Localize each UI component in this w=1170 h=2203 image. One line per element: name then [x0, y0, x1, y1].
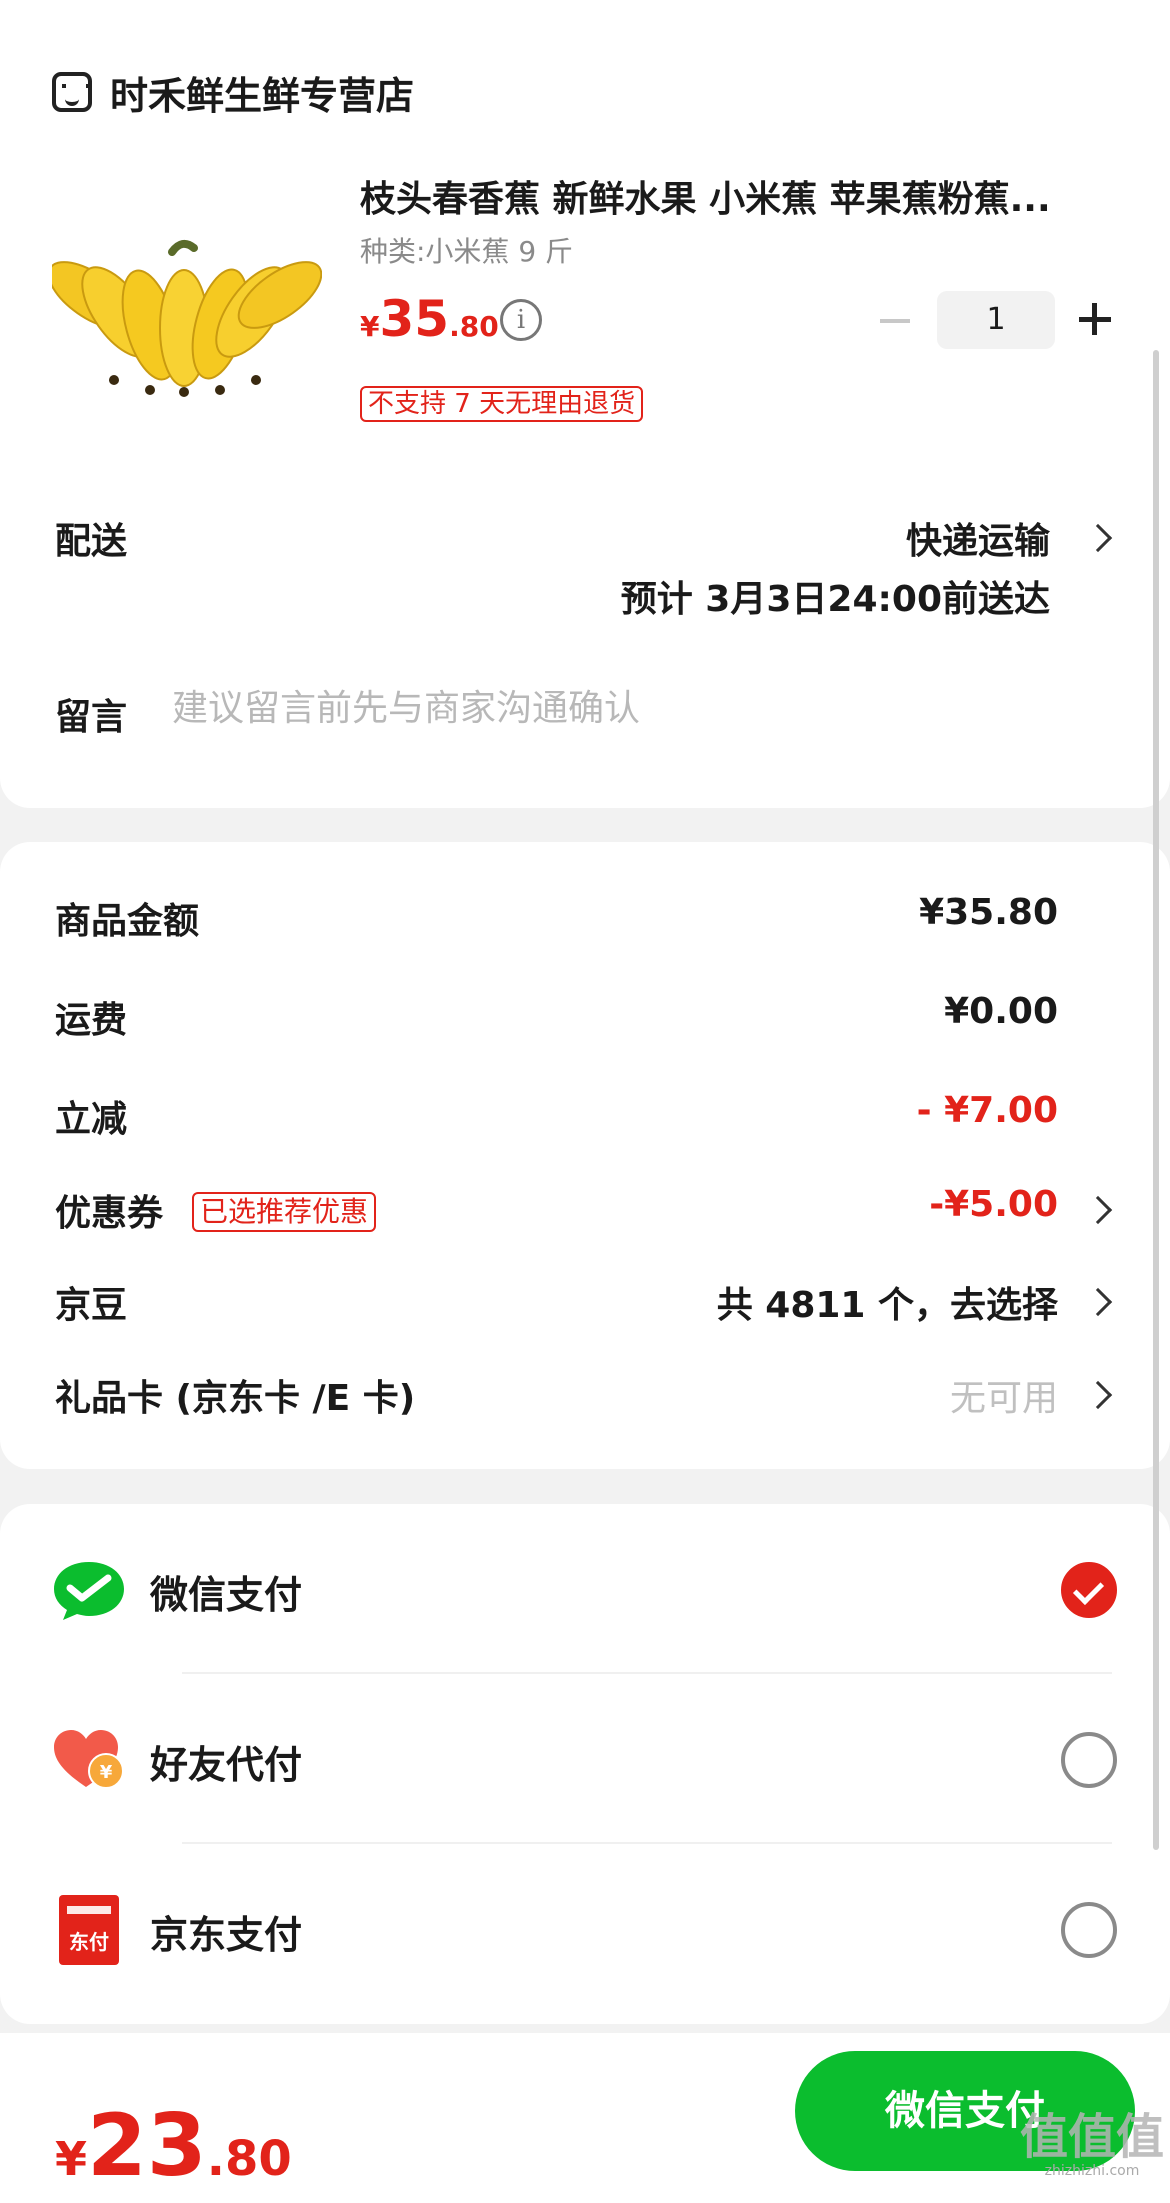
watermark-text: 值值值 [1020, 2109, 1165, 2165]
payment-method-card: 微信支付 好友代付 京东支付 [0, 1504, 1170, 2024]
payment-option-label[interactable]: 微信支付 [150, 1564, 302, 1619]
quantity-decrease-button[interactable] [876, 303, 912, 339]
payment-option-label[interactable]: 好友代付 [150, 1734, 302, 1789]
jd-pay-icon: 东付 [59, 1895, 119, 1965]
jingdou-label: 京豆 [55, 1285, 128, 1326]
chevron-right-icon[interactable] [1083, 1195, 1113, 1225]
product-title[interactable]: 枝头春香蕉 新鲜水果 小米蕉 苹果蕉粉蕉... [360, 170, 1110, 222]
watermark: 值值值 zhizhizhi.com [1020, 2111, 1164, 2179]
payment-radio-selected[interactable] [1061, 1562, 1117, 1618]
quantity-input[interactable]: 1 [937, 291, 1055, 349]
shipping-value: ¥0.00 [944, 991, 1058, 1032]
product-image[interactable] [52, 230, 322, 400]
price-symbol: ¥ [360, 310, 380, 343]
payment-radio[interactable] [1061, 1902, 1117, 1958]
jd-pay-icon-text: 东付 [69, 1930, 109, 1954]
total-decimal: .80 [206, 2131, 292, 2187]
store-icon [52, 72, 92, 112]
chevron-right-icon[interactable] [1083, 1380, 1113, 1410]
coupon-value[interactable]: -¥5.00 [929, 1184, 1058, 1225]
scrollbar[interactable] [1153, 350, 1159, 1850]
payment-radio[interactable] [1061, 1732, 1117, 1788]
no-return-tag: 不支持 7 天无理由退货 [360, 386, 644, 422]
discount-value: - ¥7.00 [916, 1090, 1058, 1131]
coupon-recommended-tag: 已选推荐优惠 [192, 1192, 377, 1232]
delivery-method[interactable]: 快递运输 [906, 512, 1050, 564]
watermark-url: zhizhizhi.com [1044, 2163, 1140, 2179]
payment-option-label[interactable]: 京东支付 [150, 1904, 302, 1959]
chevron-right-icon[interactable] [1083, 1287, 1113, 1317]
goods-amount-value: ¥35.80 [919, 892, 1058, 933]
product-spec[interactable]: 种类:小米蕉 9 斤 [360, 230, 573, 270]
product-price: ¥ 35 .80 [360, 290, 499, 348]
order-item-card: 时禾鲜生鲜专营店 枝头春香蕉 新鲜水果 小米蕉 苹果蕉粉蕉... 种类:小米蕉 … [0, 0, 1170, 808]
bottom-pay-bar: ¥ 23 .80 微信支付 值值值 zhizhizhi.com [0, 2033, 1170, 2203]
total-symbol: ¥ [55, 2132, 88, 2186]
amount-summary-card: 商品金额 ¥35.80 运费 ¥0.00 立减 - ¥7.00 优惠券 已选推荐… [0, 842, 1170, 1469]
svg-text:¥: ¥ [100, 1762, 113, 1783]
remark-input[interactable] [172, 688, 1072, 729]
divider [182, 1672, 1112, 1674]
shipping-label: 运费 [55, 1000, 128, 1041]
goods-amount-label: 商品金额 [55, 901, 200, 942]
delivery-label: 配送 [55, 521, 128, 562]
giftcard-label: 礼品卡 (京东卡 /E 卡) [55, 1378, 416, 1419]
discount-label: 立减 [55, 1099, 128, 1140]
price-integer: 35 [379, 290, 450, 348]
store-name: 时禾鲜生鲜专营店 [110, 73, 415, 118]
total-price: ¥ 23 .80 [55, 2103, 292, 2189]
jingdou-value[interactable]: 共 4811 个，去选择 [717, 1276, 1058, 1328]
coupon-label[interactable]: 优惠券 [55, 1184, 163, 1236]
chevron-right-icon[interactable] [1083, 523, 1113, 553]
giftcard-value[interactable]: 无可用 [950, 1369, 1058, 1421]
quantity-increase-button[interactable] [1076, 300, 1114, 338]
delivery-eta: 预计 3月3日24:00前送达 [620, 579, 1050, 620]
remark-label: 留言 [55, 697, 128, 738]
total-integer: 23 [87, 2096, 207, 2196]
store-header[interactable]: 时禾鲜生鲜专营店 [52, 68, 414, 118]
info-icon[interactable]: i [500, 299, 542, 341]
price-decimal: .80 [449, 310, 499, 343]
wechat-pay-icon [54, 1562, 124, 1620]
divider [182, 1842, 1112, 1844]
friend-pay-icon: ¥ [54, 1730, 124, 1789]
